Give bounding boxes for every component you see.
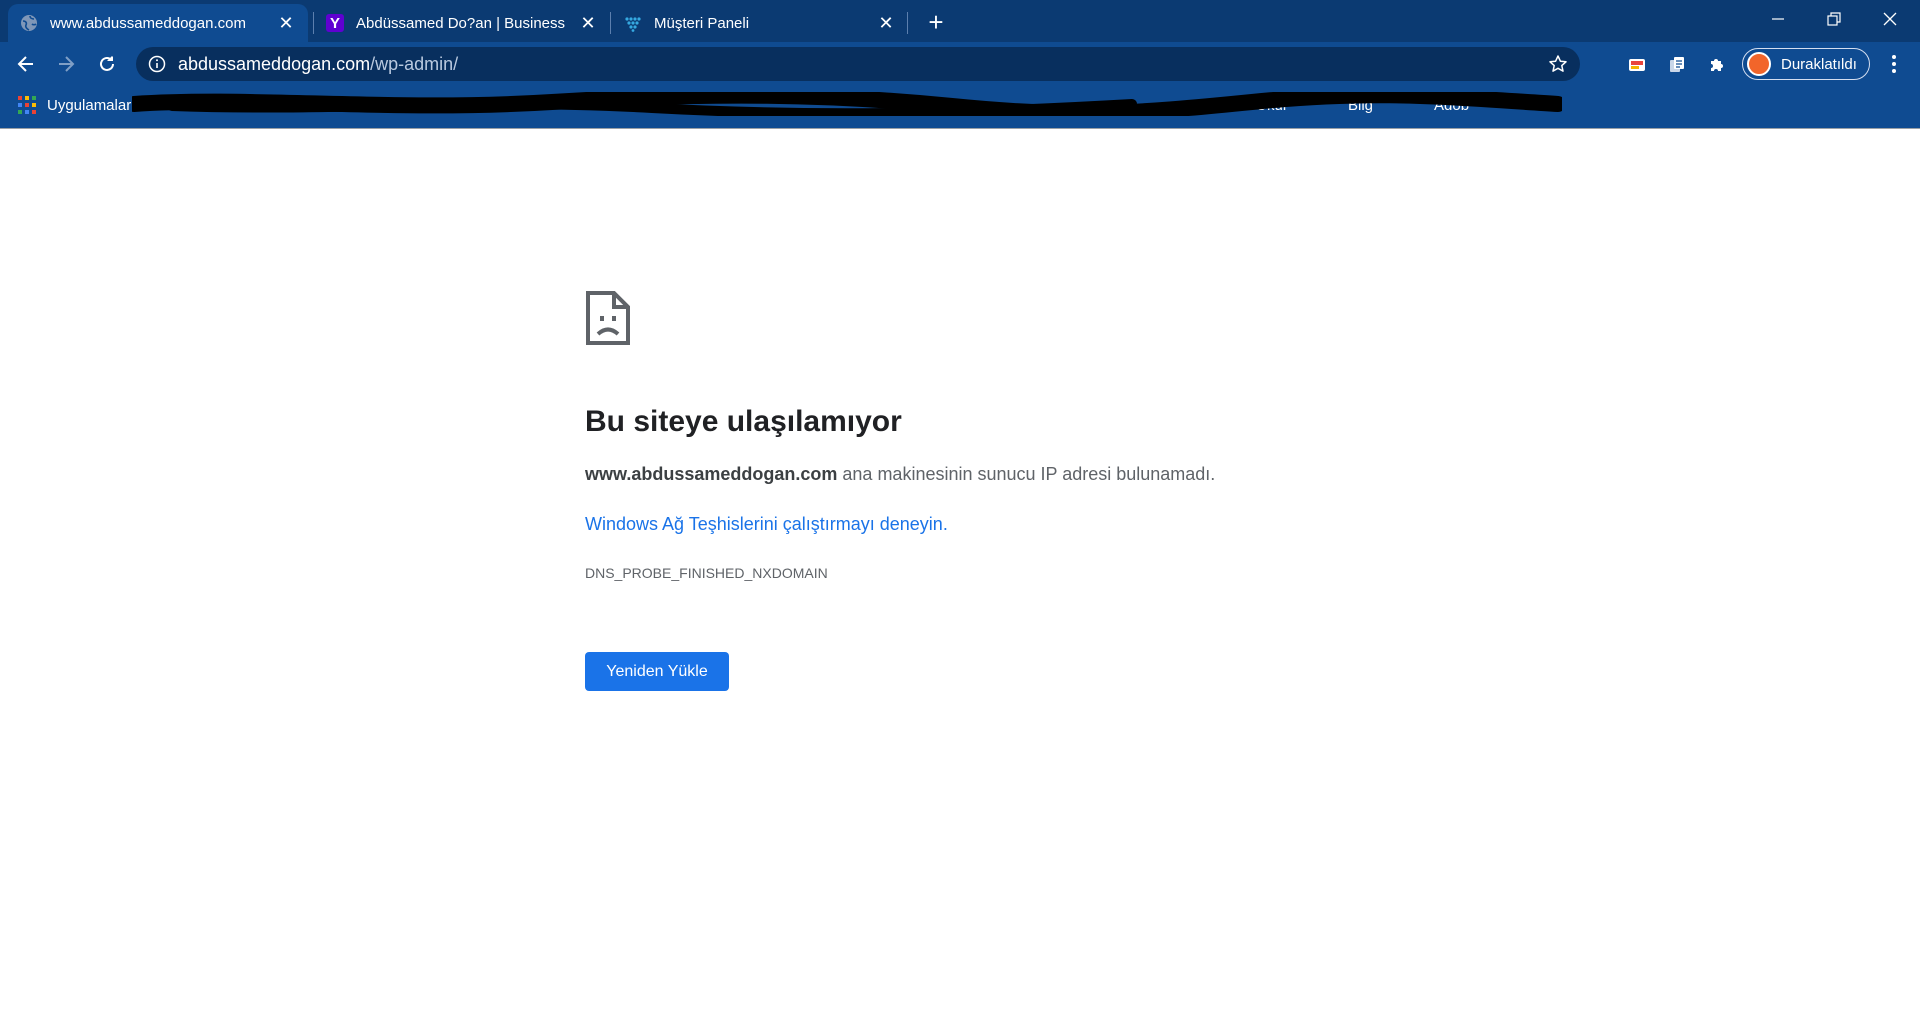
tab-divider <box>907 12 908 34</box>
tab-title: www.abdussameddogan.com <box>50 14 246 32</box>
forward-button[interactable] <box>50 48 82 80</box>
bookmark-apps[interactable]: Uygulamalar <box>18 96 131 114</box>
close-window-button[interactable] <box>1862 0 1918 38</box>
error-host: www.abdussameddogan.com <box>585 464 838 484</box>
minimize-button[interactable] <box>1750 0 1806 38</box>
avatar <box>1747 52 1771 76</box>
arrow-right-icon <box>59 56 75 72</box>
extension-cast-icon[interactable] <box>1626 54 1648 76</box>
new-tab-button[interactable]: + <box>922 7 950 37</box>
network-diagnostics-link[interactable]: Windows Ağ Teşhislerini çalıştırmayı den… <box>585 514 948 535</box>
address-bar[interactable]: abdussameddogan.com/wp-admin/ <box>136 47 1580 81</box>
url-text: abdussameddogan.com/wp-admin/ <box>178 54 458 75</box>
tab-business[interactable]: Y Abdüssamed Do?an | Business M ✕ <box>314 4 610 42</box>
toolbar: abdussameddogan.com/wp-admin/ Duraklatıl… <box>0 42 1920 86</box>
reload-icon <box>100 56 114 71</box>
globe-icon <box>20 14 38 32</box>
tab-abdussameddogan[interactable]: www.abdussameddogan.com ✕ <box>8 4 308 42</box>
apps-grid-icon <box>18 96 36 114</box>
arrow-left-icon <box>17 56 33 72</box>
profile-button[interactable]: Duraklatıldı <box>1742 48 1870 80</box>
browser-chrome: www.abdussameddogan.com ✕ Y Abdüssamed D… <box>0 0 1920 129</box>
sad-page-icon <box>586 291 630 345</box>
tab-strip: www.abdussameddogan.com ✕ Y Abdüssamed D… <box>0 0 1920 42</box>
reload-button[interactable] <box>91 48 123 80</box>
error-page: Bu siteye ulaşılamıyor www.abdussameddog… <box>0 129 1920 1025</box>
tab-divider <box>610 12 611 34</box>
panel-logo-icon <box>624 14 642 32</box>
tab-musteri-paneli[interactable]: Müşteri Paneli ✕ <box>612 4 908 42</box>
url-host: abdussameddogan.com <box>178 54 371 74</box>
bookmark-apps-label: Uygulamalar <box>47 96 132 114</box>
more-menu-icon[interactable] <box>1882 52 1906 76</box>
error-title: Bu siteye ulaşılamıyor <box>585 405 902 438</box>
bookmarks-bar: Uygulamalar e-Okul Bilg Adob <box>0 88 1920 128</box>
star-icon[interactable] <box>1548 54 1568 74</box>
info-icon[interactable] <box>148 55 166 73</box>
puzzle-icon[interactable] <box>1706 54 1728 76</box>
close-tab-icon[interactable]: ✕ <box>578 13 598 33</box>
close-tab-icon[interactable]: ✕ <box>876 13 896 33</box>
error-description-text: ana makinesinin sunucu IP adresi bulunam… <box>842 464 1216 484</box>
tab-title: Müşteri Paneli <box>654 14 750 32</box>
close-tab-icon[interactable]: ✕ <box>276 13 296 33</box>
reload-page-button[interactable]: Yeniden Yükle <box>585 652 729 691</box>
redaction-scribble <box>132 92 1562 116</box>
yahoo-icon: Y <box>326 14 344 32</box>
error-description: www.abdussameddogan.com ana makinesinin … <box>585 464 1215 485</box>
restore-button[interactable] <box>1806 0 1862 38</box>
url-path: /wp-admin/ <box>370 54 459 74</box>
tab-title: Abdüssamed Do?an | Business M <box>356 14 570 32</box>
back-button[interactable] <box>10 48 42 80</box>
extension-copy-icon[interactable] <box>1666 54 1688 76</box>
error-code: DNS_PROBE_FINISHED_NXDOMAIN <box>585 565 828 581</box>
profile-label: Duraklatıldı <box>1781 55 1857 73</box>
